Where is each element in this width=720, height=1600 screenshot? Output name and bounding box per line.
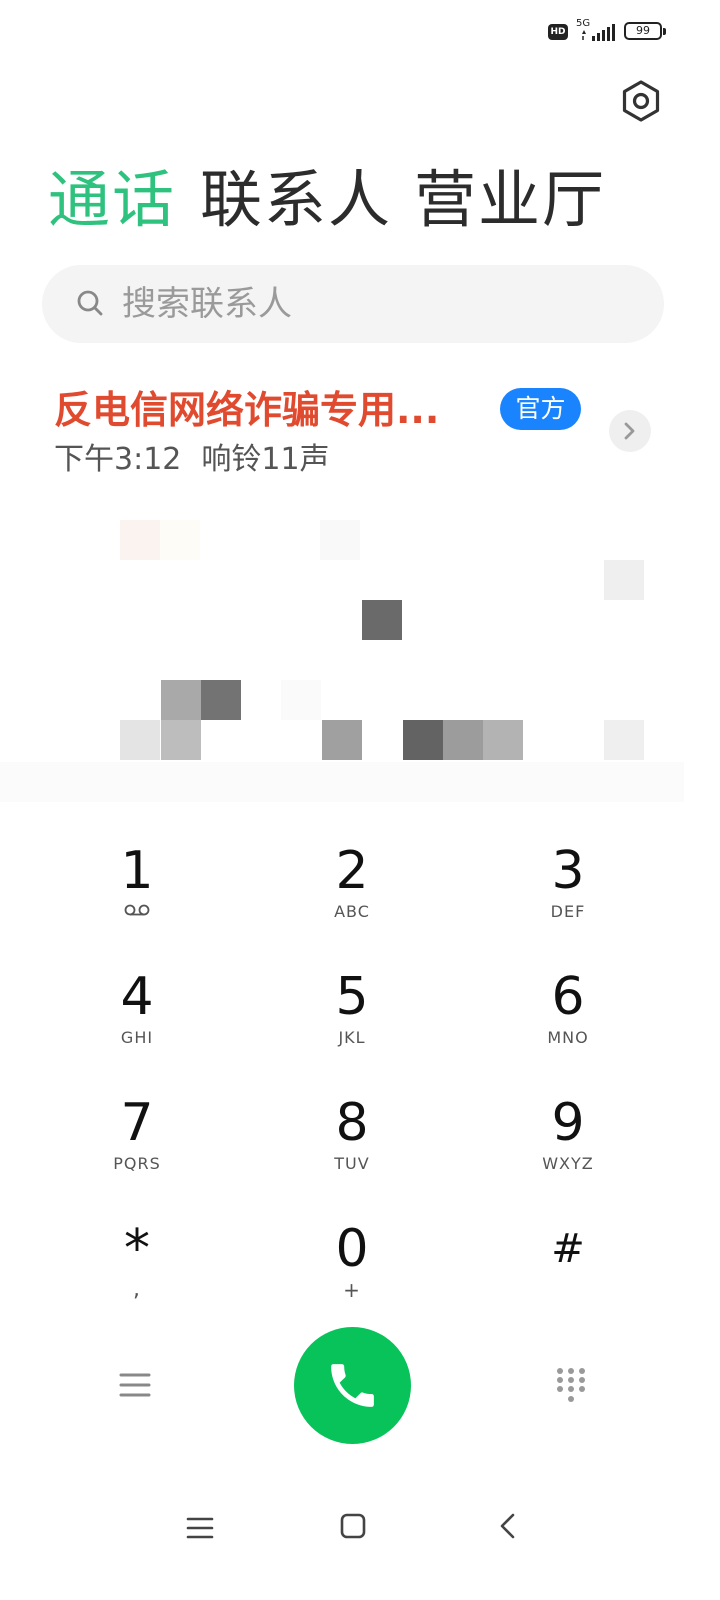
key-letters: ABC — [334, 902, 370, 921]
dial-key-9[interactable]: 9 WXYZ — [483, 1092, 653, 1202]
key-letters: , — [133, 1277, 141, 1302]
dial-key-8[interactable]: 8 TUV — [267, 1092, 437, 1202]
key-letters: WXYZ — [542, 1154, 594, 1173]
key-digit: 7 — [120, 1093, 154, 1153]
menu-icon — [186, 1517, 214, 1539]
search-placeholder: 搜索联系人 — [122, 284, 292, 324]
key-digit: * — [124, 1219, 150, 1279]
dial-key-5[interactable]: 5 JKL — [267, 966, 437, 1076]
key-letters: DEF — [550, 902, 586, 921]
voicemail-icon — [124, 904, 150, 916]
dial-key-1[interactable]: 1 — [52, 840, 222, 950]
key-digit: 0 — [335, 1219, 369, 1279]
hd-badge: HD — [548, 24, 568, 40]
home-square-icon — [340, 1513, 366, 1539]
call-log-name[interactable]: 反电信网络诈骗专用... — [54, 386, 439, 434]
dial-key-4[interactable]: 4 GHI — [52, 966, 222, 1076]
call-log-status: 响铃11声 — [201, 442, 330, 477]
nav-home-button[interactable] — [339, 1512, 367, 1540]
keypad-toggle-button[interactable] — [554, 1366, 588, 1406]
key-digit: # — [551, 1226, 585, 1272]
chevron-right-icon — [624, 422, 635, 440]
key-digit: 2 — [335, 841, 369, 901]
keypad-icon — [557, 1368, 585, 1402]
search-icon — [77, 290, 103, 316]
signal-icon — [582, 24, 615, 41]
dialpad: 1 2 ABC 3 DEF 4 GHI 5 JKL 6 MNO 7 PQRS 8… — [0, 820, 720, 1320]
tab-service-hall[interactable]: 营业厅 — [414, 160, 606, 240]
call-log-time: 下午3:12 — [54, 442, 182, 477]
back-icon — [500, 1513, 515, 1539]
key-letters: GHI — [120, 1028, 154, 1047]
key-letters: TUV — [334, 1154, 370, 1173]
key-letters: PQRS — [113, 1154, 161, 1173]
key-letters: MNO — [547, 1028, 589, 1047]
phone-icon — [331, 1364, 374, 1407]
call-log-meta: 下午3:12 响铃11声 — [54, 440, 350, 480]
dial-key-3[interactable]: 3 DEF — [483, 840, 653, 950]
menu-button[interactable] — [118, 1368, 152, 1402]
key-digit: 9 — [551, 1093, 585, 1153]
official-badge: 官方 — [500, 388, 581, 430]
dial-key-6[interactable]: 6 MNO — [483, 966, 653, 1076]
dial-key-7[interactable]: 7 PQRS — [52, 1092, 222, 1202]
redacted-call-entry — [0, 500, 720, 820]
key-digit: 8 — [335, 1093, 369, 1153]
key-letters: JKL — [338, 1028, 366, 1047]
dial-key-2[interactable]: 2 ABC — [267, 840, 437, 950]
key-letters: + — [343, 1278, 361, 1302]
tab-contacts[interactable]: 联系人 — [200, 160, 392, 240]
battery-indicator: 99 — [624, 22, 662, 40]
dial-key-star[interactable]: * , — [52, 1218, 222, 1328]
key-digit: 1 — [120, 841, 154, 901]
nav-recents-button[interactable] — [186, 1514, 214, 1542]
battery-tip — [663, 28, 666, 35]
key-digit: 3 — [551, 841, 585, 901]
nav-back-button[interactable] — [494, 1512, 522, 1540]
settings-icon — [622, 80, 660, 122]
key-digit: 5 — [335, 967, 369, 1027]
settings-button[interactable] — [618, 78, 664, 124]
tab-calls[interactable]: 通话 — [48, 160, 176, 240]
status-bar: HD 5G 99 — [0, 0, 720, 64]
dial-key-0[interactable]: 0 + — [267, 1218, 437, 1328]
call-button[interactable] — [294, 1327, 411, 1444]
call-detail-button[interactable] — [609, 410, 651, 452]
key-digit: 6 — [551, 967, 585, 1027]
key-digit: 4 — [120, 967, 154, 1027]
menu-icon — [119, 1373, 151, 1397]
dial-key-hash[interactable]: # — [483, 1218, 653, 1328]
